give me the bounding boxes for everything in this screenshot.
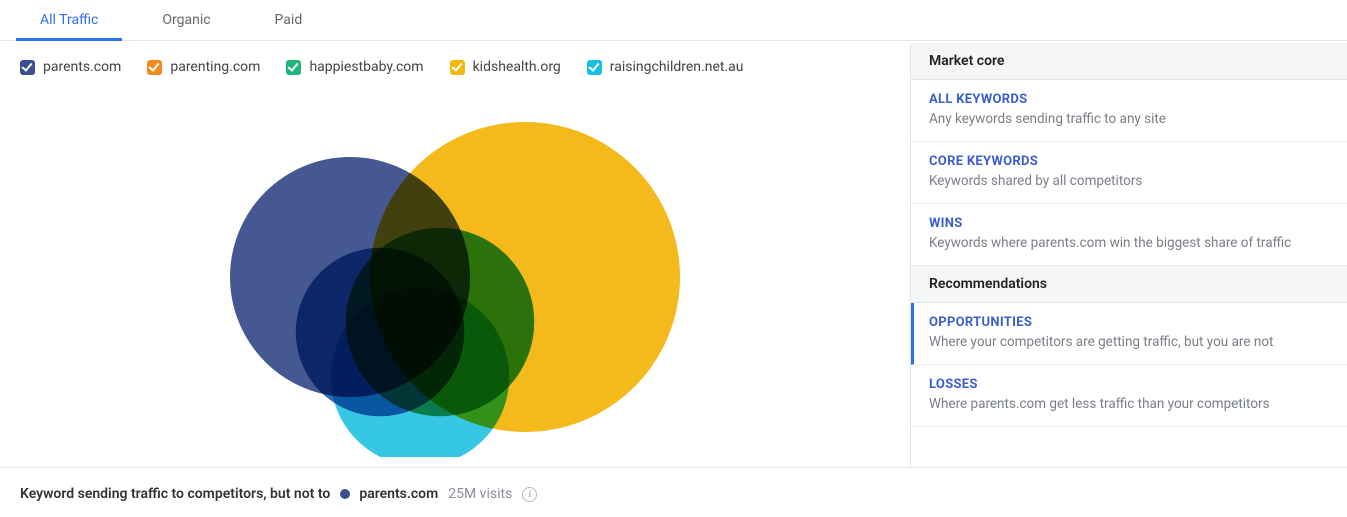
tab-paid[interactable]: Paid bbox=[259, 0, 319, 40]
legend-item-parenting[interactable]: parenting.com bbox=[147, 59, 260, 75]
section-header-recommendations: Recommendations bbox=[911, 266, 1347, 303]
bottom-visits: 25M visits bbox=[448, 486, 512, 502]
legend-label: happiestbaby.com bbox=[309, 59, 423, 75]
card-core-keywords[interactable]: CORE KEYWORDS Keywords shared by all com… bbox=[911, 142, 1347, 204]
bottom-prefix: Keyword sending traffic to competitors, … bbox=[20, 486, 330, 502]
checkbox-icon[interactable] bbox=[286, 60, 301, 75]
left-panel: parents.com parenting.com happiestbaby.c… bbox=[0, 41, 910, 467]
right-panel: Market core ALL KEYWORDS Any keywords se… bbox=[910, 43, 1347, 467]
tabs-bar: All Traffic Organic Paid bbox=[0, 0, 1347, 41]
checkbox-icon[interactable] bbox=[147, 60, 162, 75]
card-title: WINS bbox=[929, 216, 1329, 231]
legend-label: parents.com bbox=[43, 59, 121, 75]
section-header-market-core: Market core bbox=[911, 43, 1347, 80]
bottom-bar: Keyword sending traffic to competitors, … bbox=[0, 467, 1347, 512]
card-desc: Any keywords sending traffic to any site bbox=[929, 111, 1329, 127]
card-desc: Keywords shared by all competitors bbox=[929, 173, 1329, 189]
legend-item-parents[interactable]: parents.com bbox=[20, 59, 121, 75]
card-opportunities[interactable]: OPPORTUNITIES Where your competitors are… bbox=[911, 303, 1347, 365]
legend-label: raisingchildren.net.au bbox=[610, 59, 744, 75]
tab-all-traffic[interactable]: All Traffic bbox=[24, 0, 114, 40]
site-dot-icon bbox=[340, 489, 350, 499]
card-all-keywords[interactable]: ALL KEYWORDS Any keywords sending traffi… bbox=[911, 80, 1347, 142]
legend-label: parenting.com bbox=[170, 59, 260, 75]
legend-item-raisingchildren[interactable]: raisingchildren.net.au bbox=[587, 59, 744, 75]
legend: parents.com parenting.com happiestbaby.c… bbox=[20, 57, 890, 87]
venn-chart bbox=[20, 87, 890, 457]
legend-item-happiestbaby[interactable]: happiestbaby.com bbox=[286, 59, 423, 75]
legend-label: kidshealth.org bbox=[473, 59, 561, 75]
main-row: parents.com parenting.com happiestbaby.c… bbox=[0, 41, 1347, 467]
card-title: LOSSES bbox=[929, 377, 1329, 392]
checkbox-icon[interactable] bbox=[20, 60, 35, 75]
card-losses[interactable]: LOSSES Where parents.com get less traffi… bbox=[911, 365, 1347, 427]
card-title: ALL KEYWORDS bbox=[929, 92, 1329, 107]
card-title: CORE KEYWORDS bbox=[929, 154, 1329, 169]
checkbox-icon[interactable] bbox=[450, 60, 465, 75]
card-wins[interactable]: WINS Keywords where parents.com win the … bbox=[911, 204, 1347, 266]
tab-organic[interactable]: Organic bbox=[146, 0, 226, 40]
venn-svg bbox=[20, 87, 890, 457]
card-desc: Where parents.com get less traffic than … bbox=[929, 396, 1329, 412]
card-title: OPPORTUNITIES bbox=[929, 315, 1329, 330]
legend-item-kidshealth[interactable]: kidshealth.org bbox=[450, 59, 561, 75]
info-icon[interactable]: i bbox=[522, 487, 537, 502]
venn-circle-parenting-com[interactable] bbox=[295, 247, 465, 417]
card-desc: Keywords where parents.com win the bigge… bbox=[929, 235, 1329, 251]
bottom-site: parents.com bbox=[359, 486, 438, 502]
card-desc: Where your competitors are getting traff… bbox=[929, 334, 1329, 350]
checkbox-icon[interactable] bbox=[587, 60, 602, 75]
